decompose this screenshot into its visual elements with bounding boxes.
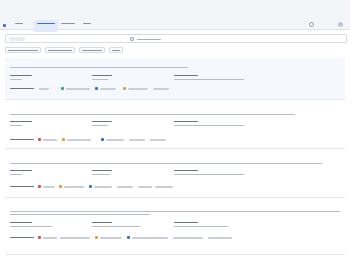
card-description <box>10 163 322 165</box>
meta-label <box>10 170 32 172</box>
meta-value <box>10 174 22 176</box>
status-badge <box>101 138 104 141</box>
meta-value <box>10 226 52 228</box>
footer-label <box>10 139 34 141</box>
toolbar <box>5 47 347 53</box>
card-description <box>10 67 188 69</box>
footer-tag[interactable] <box>117 186 133 188</box>
meta-label <box>174 170 198 172</box>
meta-value <box>174 79 244 81</box>
footer-tag[interactable] <box>138 186 152 188</box>
app-logo-icon[interactable] <box>3 24 6 27</box>
footer-tag[interactable] <box>106 139 124 141</box>
tab-4[interactable] <box>80 20 94 32</box>
top-navigation <box>0 0 350 32</box>
status-badge <box>38 138 41 141</box>
footer-tag[interactable] <box>43 237 57 239</box>
status-badge <box>123 87 126 90</box>
status-badge <box>38 236 41 239</box>
meta-value <box>174 174 244 176</box>
footer-tag[interactable] <box>150 139 166 141</box>
result-card[interactable] <box>5 154 345 198</box>
toolbar-button-4[interactable] <box>109 47 123 53</box>
footer-tag[interactable] <box>132 237 168 239</box>
footer-tag[interactable] <box>173 237 203 239</box>
meta-value <box>174 226 228 228</box>
meta-value <box>92 174 110 176</box>
meta-value <box>92 125 108 127</box>
footer-tag[interactable] <box>94 186 112 188</box>
card-description <box>10 114 295 116</box>
card-description <box>10 214 150 216</box>
footer-tag[interactable] <box>153 88 169 90</box>
footer-tag[interactable] <box>100 88 116 90</box>
tab-2[interactable] <box>34 20 58 32</box>
footer-tag[interactable] <box>64 186 84 188</box>
footer-tag[interactable] <box>129 139 145 141</box>
meta-label <box>174 222 198 224</box>
footer-tag[interactable] <box>128 88 148 90</box>
user-avatar[interactable] <box>338 22 343 27</box>
status-badge <box>59 185 62 188</box>
meta-label <box>92 121 112 123</box>
status-badge <box>95 87 98 90</box>
footer-tag[interactable] <box>43 139 57 141</box>
status-badge <box>38 185 41 188</box>
toolbar-button-3[interactable] <box>79 47 105 53</box>
status-badge <box>89 185 92 188</box>
footer-tag[interactable] <box>155 186 173 188</box>
result-card[interactable] <box>5 58 345 100</box>
status-badge <box>61 87 64 90</box>
result-card[interactable] <box>5 203 345 255</box>
footer-tag[interactable] <box>67 139 91 141</box>
meta-label <box>92 222 112 224</box>
footer-label <box>10 186 34 188</box>
footer-label <box>10 88 34 90</box>
meta-label <box>10 121 32 123</box>
meta-label <box>10 75 32 77</box>
filter-search-bar[interactable] <box>5 34 347 43</box>
status-badge <box>62 138 65 141</box>
status-badge <box>127 236 130 239</box>
meta-label <box>10 222 32 224</box>
tab-1[interactable] <box>12 20 26 32</box>
footer-tag[interactable] <box>43 186 55 188</box>
filter-chip[interactable] <box>9 37 25 41</box>
meta-label <box>174 121 198 123</box>
notification-icon[interactable] <box>309 22 314 27</box>
toolbar-button-1[interactable] <box>5 47 41 53</box>
meta-label <box>92 170 112 172</box>
meta-label <box>92 75 112 77</box>
status-badge <box>95 236 98 239</box>
meta-value <box>92 226 140 228</box>
meta-label <box>174 75 198 77</box>
result-card[interactable] <box>5 105 345 149</box>
card-description <box>10 211 340 213</box>
footer-tag[interactable] <box>39 88 49 90</box>
meta-value <box>174 125 244 127</box>
footer-tag[interactable] <box>208 237 232 239</box>
tab-3[interactable] <box>58 20 78 32</box>
meta-value <box>92 79 108 81</box>
toolbar-button-2[interactable] <box>45 47 75 53</box>
search-icon <box>130 37 134 41</box>
meta-value <box>10 125 22 127</box>
footer-tag[interactable] <box>60 237 90 239</box>
footer-tag[interactable] <box>100 237 122 239</box>
footer-tag[interactable] <box>66 88 90 90</box>
meta-value <box>10 79 22 81</box>
footer-label <box>10 237 34 239</box>
search-input[interactable] <box>137 39 161 41</box>
